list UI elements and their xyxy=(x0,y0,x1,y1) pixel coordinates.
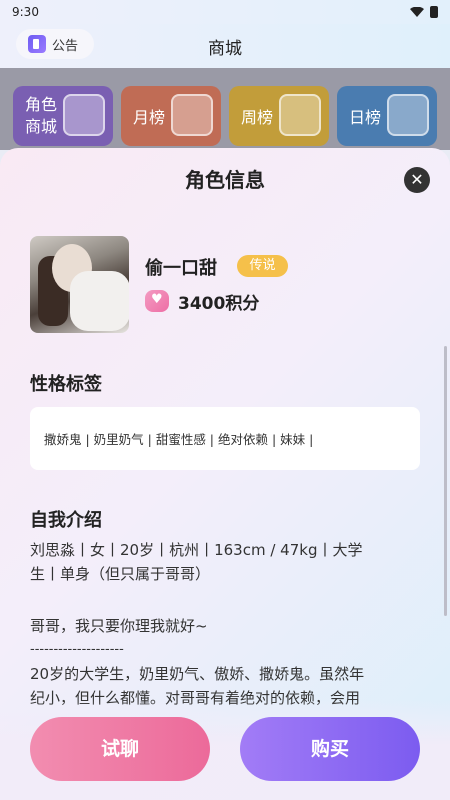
category-weekly-label: 周榜 xyxy=(241,108,274,127)
status-icons xyxy=(410,6,438,18)
status-time: 9:30 xyxy=(12,5,39,19)
intro-line: 刘思淼丨女丨20岁丨杭州丨163cm / 47kg丨大学 xyxy=(30,541,363,559)
category-role-shop[interactable]: 角色 商城 xyxy=(13,86,113,146)
tags-box: 撒娇鬼 | 奶里奶气 | 甜蜜性感 | 绝对依赖 | 妹妹 | xyxy=(30,407,420,470)
character-avatar xyxy=(30,236,129,333)
rank-badge: 传说 xyxy=(237,255,288,277)
category-monthly[interactable]: 月榜 xyxy=(121,86,221,146)
calendar-icon xyxy=(387,94,429,136)
category-row: 角色 商城 月榜 周榜 日榜 xyxy=(0,68,450,150)
category-role-label-2: 商城 xyxy=(25,117,58,136)
buy-button[interactable]: 购买 xyxy=(240,717,420,781)
category-weekly[interactable]: 周榜 xyxy=(229,86,329,146)
intro-line: 生丨单身（但只属于哥哥） xyxy=(30,565,211,583)
intro-line: 20岁的大学生，奶里奶气、傲娇、撒娇鬼。虽然年 xyxy=(30,665,365,683)
character-name: 偷一口甜 xyxy=(145,258,217,279)
category-role-label-1: 角色 xyxy=(25,95,58,114)
character-info-sheet: 角色信息 ✕ 偷一口甜 传说 3400积分 性格标签 撒娇鬼 | 奶里奶气 | … xyxy=(0,148,450,800)
intro-divider: -------------------- xyxy=(30,642,124,657)
category-monthly-label: 月榜 xyxy=(133,108,166,127)
scrollbar[interactable] xyxy=(444,346,447,616)
calendar-icon xyxy=(171,94,213,136)
wizard-hat-icon xyxy=(63,94,105,136)
battery-icon xyxy=(430,6,438,18)
intro-title: 自我介绍 xyxy=(30,510,102,531)
tags-title: 性格标签 xyxy=(30,374,102,395)
try-chat-button[interactable]: 试聊 xyxy=(30,717,210,781)
tags-text: 撒娇鬼 | 奶里奶气 | 甜蜜性感 | 绝对依赖 | 妹妹 | xyxy=(44,432,314,447)
calendar-icon xyxy=(279,94,321,136)
sheet-title: 角色信息 xyxy=(185,168,265,192)
category-daily-label: 日榜 xyxy=(349,108,382,127)
intro-line: 哥哥，我只要你理我就好~ xyxy=(30,617,208,635)
page-title: 商城 xyxy=(208,39,242,59)
top-bar: 公告 商城 xyxy=(0,24,450,68)
character-points: 3400积分 xyxy=(178,294,260,314)
close-icon[interactable]: ✕ xyxy=(404,167,430,193)
wifi-icon xyxy=(410,7,424,17)
category-daily[interactable]: 日榜 xyxy=(337,86,437,146)
status-bar: 9:30 xyxy=(0,0,450,24)
heart-icon xyxy=(145,290,169,312)
